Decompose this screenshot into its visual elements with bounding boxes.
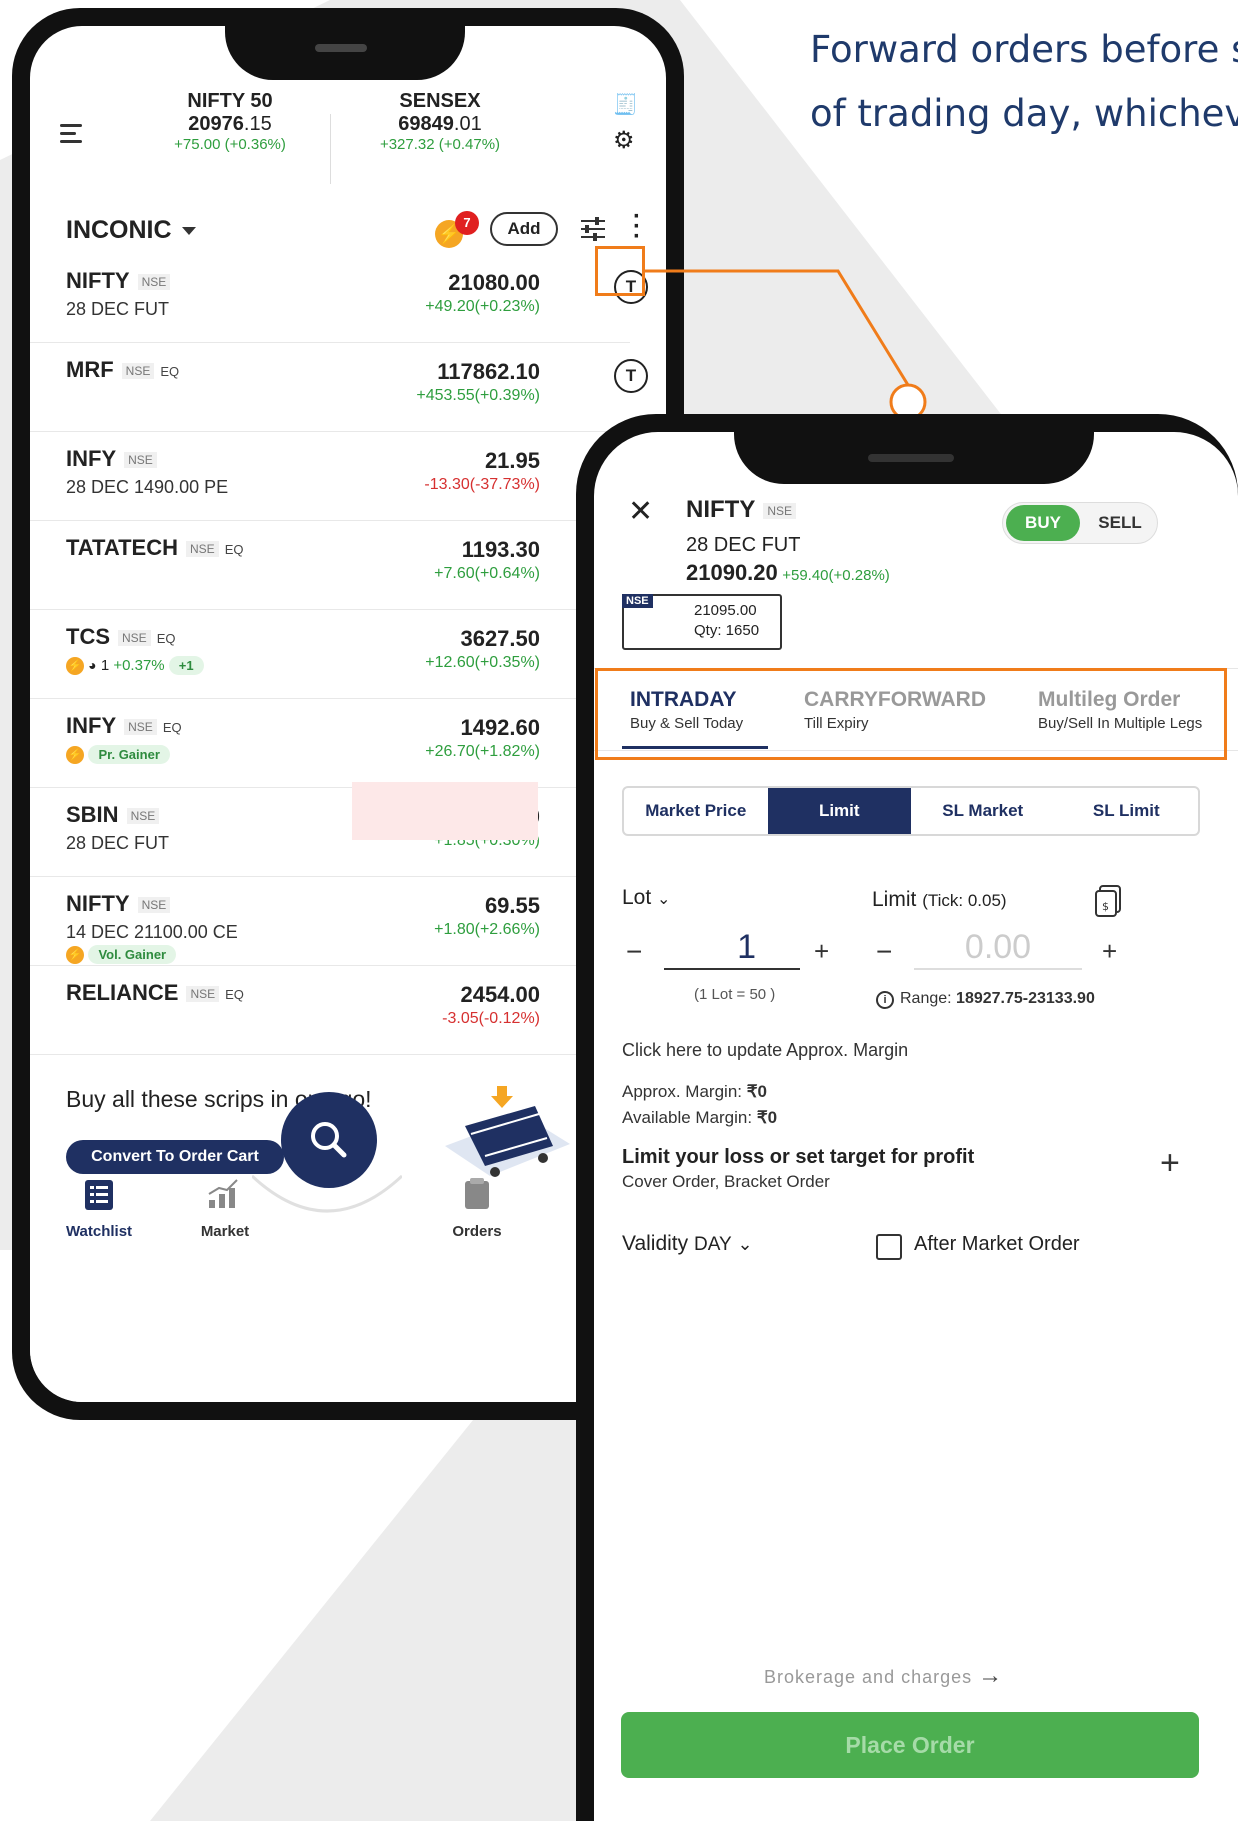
order-type-limit[interactable]: Limit (767, 788, 911, 834)
order-symbol: NIFTY NSE (686, 496, 797, 524)
depth-card[interactable]: NSE 21095.00 Qty: 1650 (622, 594, 782, 650)
available-margin: Available Margin: ₹0 (622, 1108, 778, 1127)
lot-decrement[interactable]: − (626, 936, 642, 968)
close-icon[interactable]: ✕ (628, 494, 653, 529)
amo-label: After Market Order (914, 1233, 1080, 1255)
order-type-selector: Market Price Limit SL Market SL Limit (622, 786, 1200, 836)
brokerage-link[interactable]: Brokerage and charges → (764, 1662, 1003, 1690)
arrow-right-icon: → (978, 1662, 1004, 1689)
amo-checkbox[interactable] (876, 1234, 902, 1260)
order-ltp: 21090.20 +59.40(+0.28%) (686, 560, 890, 585)
limit-increment[interactable]: + (1102, 936, 1117, 967)
order-type-sl-limit[interactable]: SL Limit (1055, 788, 1199, 834)
lot-selector[interactable]: Lot ⌄ (622, 886, 670, 910)
validity-selector[interactable]: Validity DAY ⌄ (622, 1232, 753, 1256)
order-screen: ✕ NIFTY NSE 28 DEC FUT 21090.20 +59.40(+0… (594, 432, 1238, 1832)
order-contract: 28 DEC FUT (686, 534, 801, 556)
limit-price-input[interactable]: 0.00 (914, 928, 1082, 970)
place-order-button[interactable]: Place Order (621, 1712, 1199, 1778)
update-margin-link[interactable]: Click here to update Approx. Margin (622, 1040, 908, 1061)
limit-label: Limit (Tick: 0.05) (872, 888, 1007, 911)
sell-toggle[interactable]: SELL (1084, 505, 1156, 541)
limit-decrement[interactable]: − (876, 936, 892, 968)
product-tabs-highlight (595, 668, 1227, 760)
copy-doc-icon[interactable]: $ (1094, 884, 1124, 918)
info-icon: i (876, 991, 894, 1009)
lot-increment[interactable]: + (814, 936, 829, 967)
approx-margin: Approx. Margin: ₹0 (622, 1082, 768, 1101)
chevron-down-icon: ⌄ (657, 891, 671, 908)
lot-hint: (1 Lot = 50 ) (694, 986, 776, 1003)
right-phone: ✕ NIFTY NSE 28 DEC FUT 21090.20 +59.40(+0… (576, 414, 1238, 1832)
order-type-sl-market[interactable]: SL Market (911, 788, 1055, 834)
chevron-down-icon: ⌄ (737, 1234, 753, 1254)
limit-loss-sub: Cover Order, Bracket Order (622, 1172, 830, 1191)
lot-input[interactable]: 1 (664, 928, 800, 970)
buy-toggle[interactable]: BUY (1006, 505, 1080, 541)
price-range: i Range: 18927.75-23133.90 (876, 990, 1095, 1009)
order-type-market[interactable]: Market Price (624, 788, 768, 834)
expand-plus-icon[interactable]: + (1160, 1144, 1180, 1183)
svg-text:$: $ (1102, 900, 1109, 913)
limit-loss-title: Limit your loss or set target for profit (622, 1146, 975, 1168)
